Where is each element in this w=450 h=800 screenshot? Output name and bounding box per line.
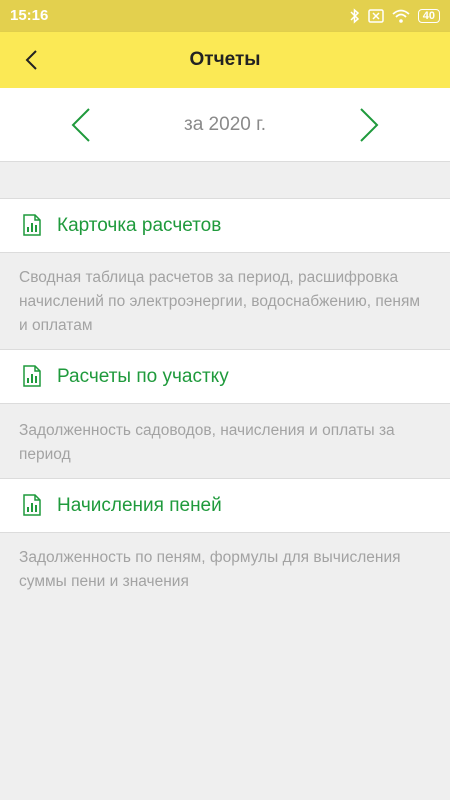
report-chart-icon	[23, 494, 41, 516]
report-title: Карточка расчетов	[57, 215, 222, 236]
page-title: Отчеты	[189, 49, 261, 70]
report-item-plot-settlements[interactable]: Расчеты по участку	[0, 349, 450, 404]
period-selector: за 2020 г.	[0, 88, 450, 162]
report-title: Начисления пеней	[57, 495, 222, 516]
bluetooth-icon	[350, 8, 359, 24]
report-description: Задолженность по пеням, формулы для вычи…	[19, 549, 401, 590]
status-bar: 15:16 40	[0, 0, 450, 32]
report-description: Сводная таблица расчетов за период, расш…	[19, 269, 421, 334]
app-bar: Отчеты	[0, 32, 450, 88]
previous-period-button[interactable]	[64, 106, 98, 144]
status-time: 15:16	[10, 7, 49, 24]
report-title: Расчеты по участку	[57, 366, 229, 387]
next-period-button[interactable]	[352, 106, 386, 144]
report-description: Задолженность садоводов, начисления и оп…	[19, 422, 395, 463]
report-item-settlement-card[interactable]: Карточка расчетов	[0, 198, 450, 253]
report-item-penalty-charges[interactable]: Начисления пеней	[0, 478, 450, 533]
battery-icon: 40	[417, 9, 440, 23]
status-icons: 40	[350, 6, 440, 26]
sim-off-icon	[368, 9, 384, 23]
chevron-left-icon	[25, 50, 37, 70]
back-button[interactable]	[16, 45, 46, 75]
report-chart-icon	[23, 365, 41, 387]
wifi-icon	[392, 9, 410, 23]
chevron-right-icon	[360, 108, 379, 142]
report-chart-icon	[23, 214, 41, 236]
chevron-left-icon	[71, 108, 90, 142]
